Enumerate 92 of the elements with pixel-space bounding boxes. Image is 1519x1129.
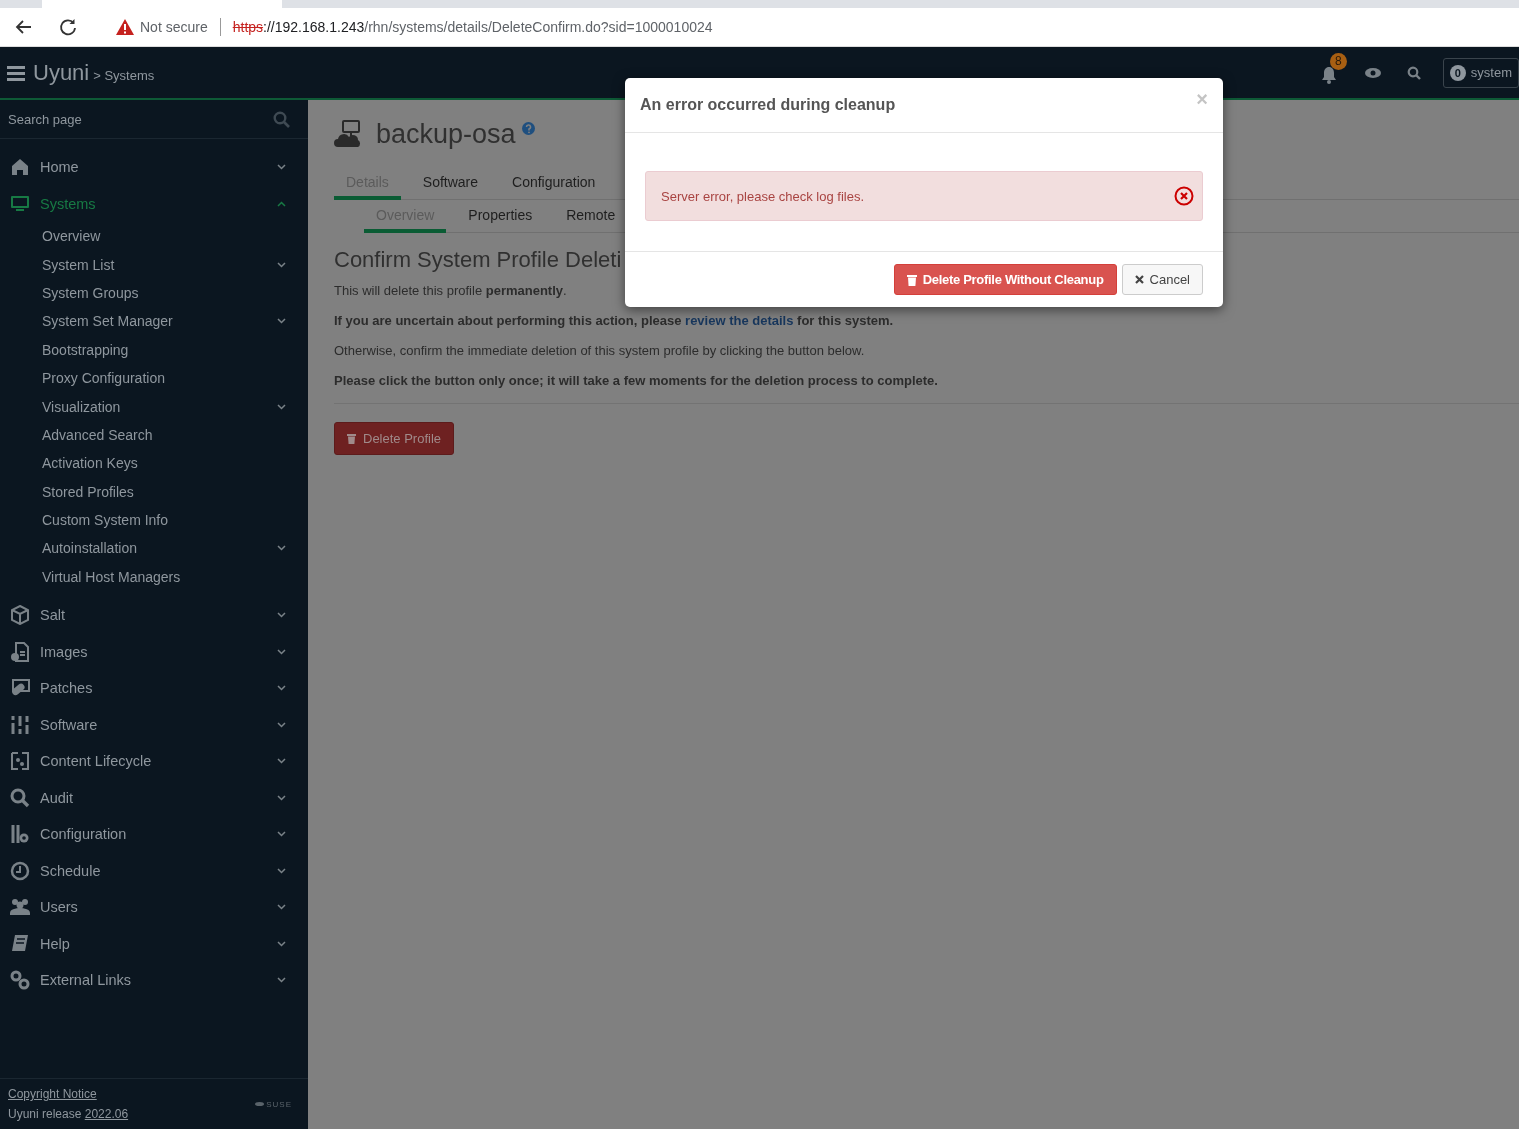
version-link[interactable]: 2022.06 (84, 1107, 129, 1121)
nav-item[interactable]: External Links (0, 962, 308, 999)
section-heading: Confirm System Profile Deleti (334, 247, 622, 273)
close-icon (1134, 275, 1144, 284)
nav-subitem[interactable]: Autoinstallation (0, 534, 308, 563)
error-circle-icon (1174, 186, 1194, 206)
nav-item[interactable]: Help (0, 925, 308, 963)
nav-item[interactable]: Systems (0, 185, 308, 222)
eye-icon[interactable] (1364, 66, 1381, 79)
nav-subitem[interactable]: Bootstrapping (0, 335, 308, 364)
nav-subitem[interactable]: System Set Manager (0, 307, 308, 336)
chevron-down-icon (277, 721, 286, 728)
chevron-down-icon (277, 648, 286, 655)
cube-icon (10, 605, 30, 626)
nav-subitem[interactable]: System List (0, 250, 308, 279)
chevron-up-icon (277, 200, 286, 207)
paragraph: for this system. (796, 313, 894, 328)
tab[interactable]: Software (410, 170, 491, 200)
nav-item[interactable]: Content Lifecycle (0, 743, 308, 780)
notification-badge: 8 (1329, 52, 1347, 70)
chevron-down-icon (277, 261, 286, 268)
chevron-down-icon (277, 545, 286, 552)
search-icon (10, 787, 30, 808)
chevron-down-icon (277, 904, 286, 911)
chevron-down-icon (277, 612, 286, 619)
chevron-down-icon (277, 867, 286, 874)
chevron-down-icon (277, 977, 286, 984)
nav-subitem[interactable]: Overview (0, 222, 308, 251)
url-text[interactable]: https://192.168.1.243/rhn/systems/details/DeleteConfirm.do?sid=1000010024 (232, 19, 713, 35)
nav-subitem[interactable]: Custom System Info (0, 505, 308, 535)
bell-icon[interactable] (1320, 65, 1337, 84)
delete-without-cleanup-button[interactable]: Delete Profile Without Cleanup (893, 264, 1117, 295)
server-cloud-icon (334, 120, 362, 148)
nav-item[interactable]: Patches (0, 670, 308, 707)
tab[interactable]: Remote (554, 203, 628, 233)
suse-logo: SUSE (255, 1099, 292, 1109)
reload-icon[interactable] (58, 17, 78, 37)
chevron-down-icon (277, 794, 286, 801)
search-icon[interactable] (1406, 65, 1421, 80)
security-label: Not secure (140, 19, 208, 35)
page-title: backup-osa (376, 118, 516, 150)
paragraph: This will delete this profile permanently. (334, 283, 568, 298)
chevron-down-icon (277, 831, 286, 838)
brand-name[interactable]: Uyuni (33, 59, 90, 86)
systems-selector[interactable]: 0 system (1442, 57, 1519, 88)
menu-icon[interactable] (7, 64, 25, 81)
nav-item[interactable]: Schedule (0, 852, 308, 890)
sliders-icon (10, 714, 30, 735)
search-icon (273, 110, 290, 128)
chevron-down-icon (277, 164, 286, 171)
nav-item[interactable]: Software (0, 706, 308, 744)
chevron-down-icon (277, 758, 286, 765)
tab[interactable]: Configuration (500, 170, 608, 200)
nav-subitem[interactable]: Proxy Configuration (0, 363, 308, 393)
nav-item[interactable]: Home (0, 149, 308, 186)
paragraph: If you are uncertain about performing this action, please (334, 313, 683, 328)
users-icon (10, 897, 30, 918)
book-icon (10, 933, 30, 954)
search-field[interactable]: Search page (8, 111, 273, 127)
trash-icon (347, 433, 356, 444)
copyright-link[interactable]: Copyright Notice (8, 1087, 256, 1101)
document-gear-icon (10, 641, 30, 662)
modal-title: An error occurred during cleanup (640, 96, 897, 114)
trash-icon (906, 273, 917, 286)
nav-item[interactable]: Audit (0, 779, 308, 817)
release-label: Uyuni release (8, 1107, 83, 1121)
nav-subitem[interactable]: Advanced Search (0, 420, 308, 450)
nav-item[interactable]: Images (0, 633, 308, 671)
clock-icon (10, 860, 30, 881)
chevron-down-icon (277, 403, 286, 410)
nav-subitem[interactable]: Stored Profiles (0, 477, 308, 506)
nav-subitem[interactable]: Activation Keys (0, 449, 308, 478)
warning-icon (116, 19, 134, 35)
home-icon (10, 157, 30, 178)
error-message: Server error, please check log files. (661, 188, 866, 204)
tab[interactable]: Properties (456, 203, 545, 233)
breadcrumb[interactable]: > Systems (93, 67, 155, 83)
nav-item[interactable]: Configuration (0, 816, 308, 853)
nav-item[interactable]: Salt (0, 597, 308, 634)
chevron-down-icon (277, 940, 286, 947)
nav-item[interactable]: Users (0, 889, 308, 926)
paragraph: Please click the button only once; it will take a few moments for the deletion process to complete. (334, 373, 939, 388)
nav-subitem[interactable]: Virtual Host Managers (0, 562, 308, 592)
chevron-down-icon (277, 685, 286, 692)
nav-subitem[interactable]: System Groups (0, 278, 308, 308)
monitor-icon (10, 193, 30, 214)
delete-profile-button[interactable]: Delete Profile (334, 422, 455, 455)
chevron-down-icon (277, 318, 286, 325)
cancel-button[interactable]: Cancel (1121, 264, 1203, 295)
paragraph: Otherwise, confirm the immediate deletion of this system profile by clicking the button below. (334, 343, 866, 358)
frame-icon (10, 751, 30, 772)
nav-subitem[interactable]: Visualization (0, 392, 308, 421)
